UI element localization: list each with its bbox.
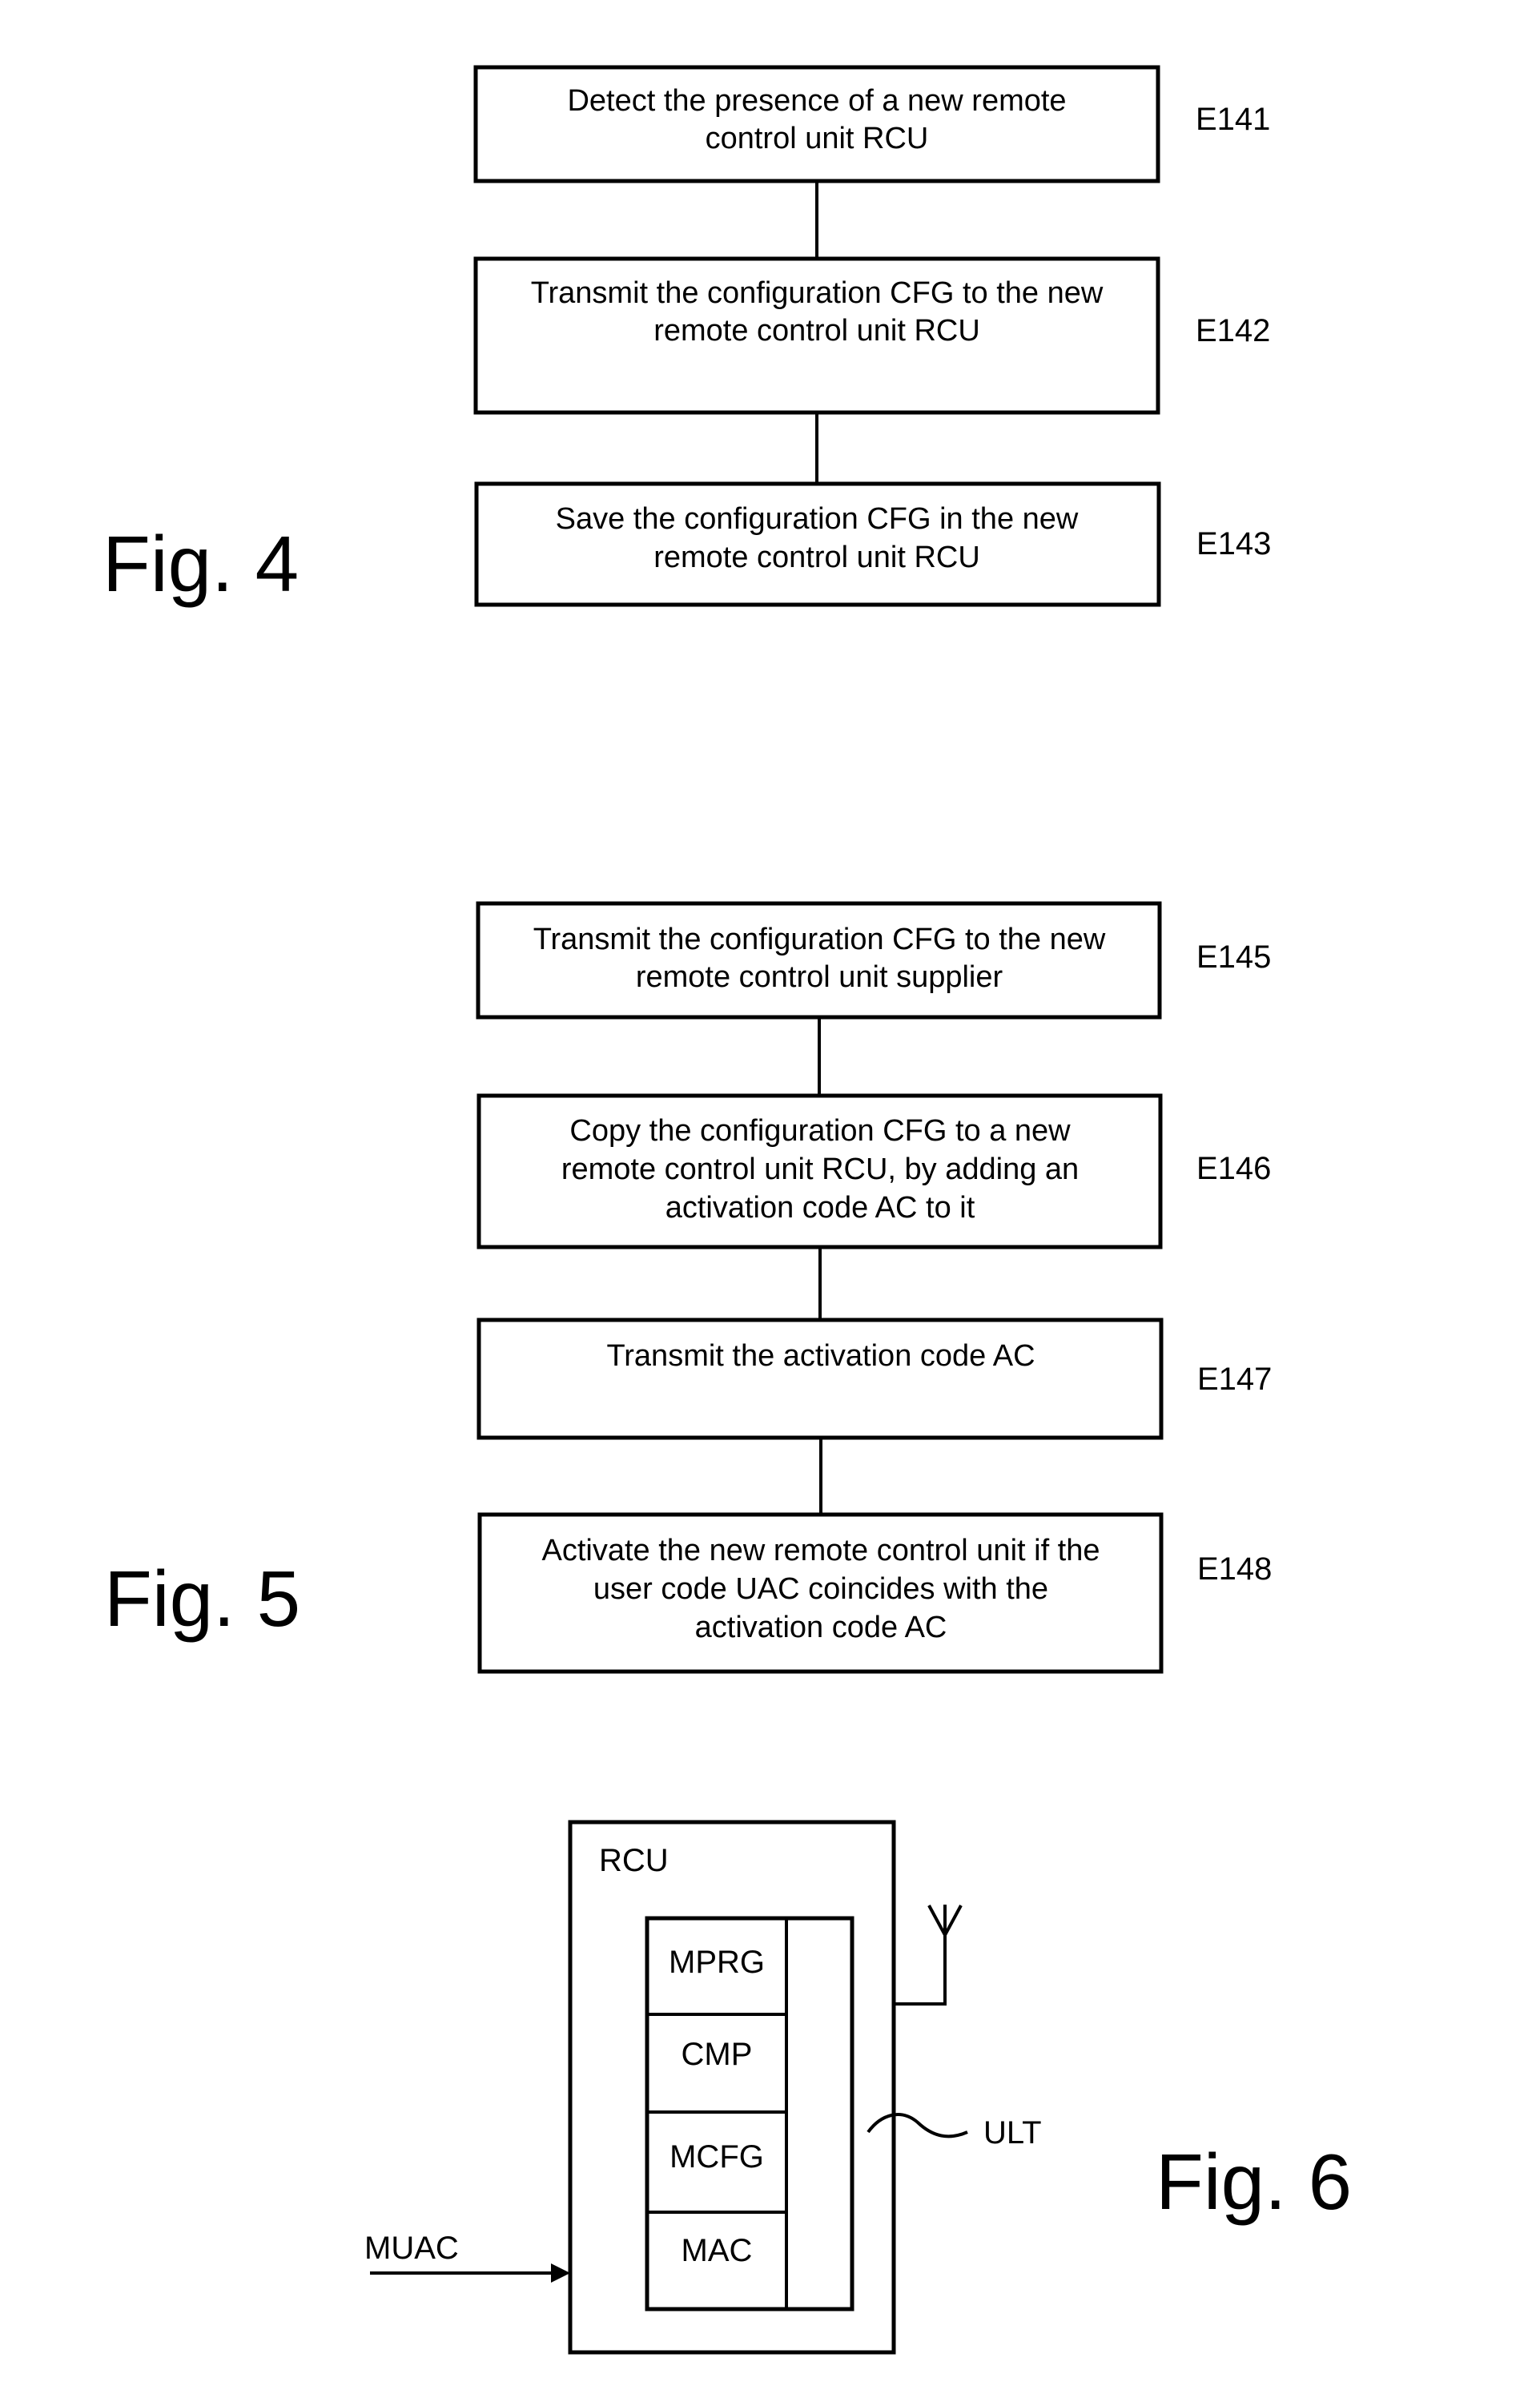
module-mac-label: MAC xyxy=(682,2233,753,2268)
step-e148: Activate the new remote control unit if … xyxy=(477,1512,1272,1674)
step-id-label: E147 xyxy=(1197,1362,1272,1397)
arrow-head-icon xyxy=(551,2263,570,2283)
step-text-line: user code UAC coincides with the xyxy=(593,1572,1048,1606)
step-e142: Transmit the configuration CFG to the ne… xyxy=(473,256,1270,415)
step-text-line: remote control unit RCU, by adding an xyxy=(561,1153,1079,1186)
step-text-line: Detect the presence of a new remote xyxy=(567,84,1066,118)
patent-drawing-sheet: Detect the presence of a new remote cont… xyxy=(103,65,1352,2355)
antenna-icon xyxy=(894,1905,963,2006)
step-text-line: control unit RCU xyxy=(706,122,929,155)
step-id-label: E143 xyxy=(1196,526,1271,561)
step-e143: Save the configuration CFG in the new re… xyxy=(474,481,1271,607)
step-e141: Detect the presence of a new remote cont… xyxy=(473,65,1270,183)
fig6-block-diagram: RCU MPRG CMP MCFG MAC ULT MUAC Fig. 6 xyxy=(364,1820,1352,2355)
fig4-flowchart: Detect the presence of a new remote cont… xyxy=(103,65,1271,608)
step-text-line: Transmit the configuration CFG to the ne… xyxy=(531,276,1104,310)
input-muac-label: MUAC xyxy=(364,2231,459,2266)
step-id-label: E145 xyxy=(1196,939,1271,975)
bus-ult-label: ULT xyxy=(983,2115,1042,2151)
fig5-label: Fig. 5 xyxy=(104,1555,300,1643)
module-mcfg-label: MCFG xyxy=(669,2139,764,2175)
rcu-device-label: RCU xyxy=(599,1843,669,1878)
step-text-line: Save the configuration CFG in the new xyxy=(556,502,1079,536)
step-text-line: remote control unit RCU xyxy=(653,314,980,348)
step-text-line: Transmit the activation code AC xyxy=(606,1339,1035,1373)
step-text-line: Copy the configuration CFG to a new xyxy=(569,1114,1071,1148)
step-id-label: E146 xyxy=(1196,1151,1271,1186)
fig6-label: Fig. 6 xyxy=(1156,2138,1352,2226)
fig5-flowchart: Transmit the configuration CFG to the ne… xyxy=(104,901,1272,1674)
step-text-line: remote control unit RCU xyxy=(653,541,980,574)
step-id-label: E141 xyxy=(1196,102,1270,137)
step-text-line: Transmit the configuration CFG to the ne… xyxy=(533,923,1106,956)
step-e145: Transmit the configuration CFG to the ne… xyxy=(476,901,1271,1020)
step-text-line: activation code AC xyxy=(695,1611,947,1644)
step-text-line: activation code AC to it xyxy=(665,1191,975,1225)
step-e146: Copy the configuration CFG to a new remo… xyxy=(476,1093,1271,1249)
step-text-line: remote control unit supplier xyxy=(636,960,1003,994)
step-box xyxy=(476,1318,1164,1440)
module-mprg-label: MPRG xyxy=(669,1945,765,1980)
step-e147: Transmit the activation code AC E147 xyxy=(476,1318,1272,1440)
step-id-label: E148 xyxy=(1197,1551,1272,1587)
step-id-label: E142 xyxy=(1196,313,1270,348)
module-cmp-label: CMP xyxy=(682,2037,753,2072)
step-text-line: Activate the new remote control unit if … xyxy=(541,1534,1100,1567)
fig4-label: Fig. 4 xyxy=(103,520,299,608)
